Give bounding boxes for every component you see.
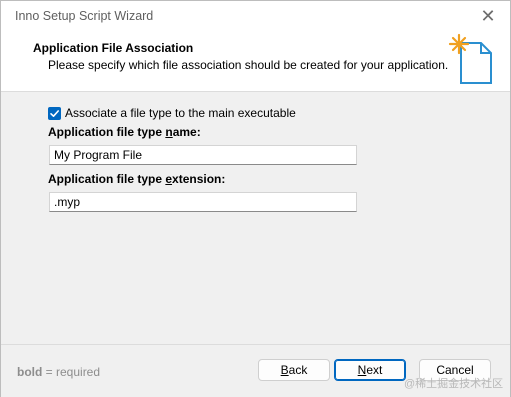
type-extension-label: Application file type extension: — [48, 172, 226, 186]
back-button[interactable]: Back — [258, 359, 330, 381]
required-legend: bold = required — [17, 365, 101, 379]
associate-checkbox-label: Associate a file type to the main execut… — [65, 106, 296, 120]
type-name-input[interactable] — [49, 145, 357, 165]
wizard-header: Application File Association Please spec… — [1, 31, 510, 92]
checkmark-icon — [50, 109, 59, 117]
wizard-content: Associate a file type to the main execut… — [1, 92, 510, 344]
title-bar: Inno Setup Script Wizard ✕ — [1, 1, 510, 31]
document-sparkle-icon — [448, 33, 492, 84]
close-button[interactable]: ✕ — [466, 1, 510, 31]
associate-row[interactable]: Associate a file type to the main execut… — [48, 106, 296, 120]
wizard-window: Inno Setup Script Wizard ✕ Application F… — [0, 0, 511, 397]
type-name-label: Application file type name: — [48, 125, 201, 139]
page-subtitle: Please specify which file association sh… — [48, 58, 449, 72]
watermark: @稀土掘金技术社区 — [404, 378, 504, 390]
type-extension-input[interactable] — [49, 192, 357, 212]
associate-checkbox[interactable] — [48, 106, 61, 120]
close-icon: ✕ — [480, 5, 496, 26]
page-title: Application File Association — [33, 41, 194, 55]
next-button[interactable]: Next — [334, 359, 406, 381]
window-title: Inno Setup Script Wizard — [15, 9, 154, 23]
